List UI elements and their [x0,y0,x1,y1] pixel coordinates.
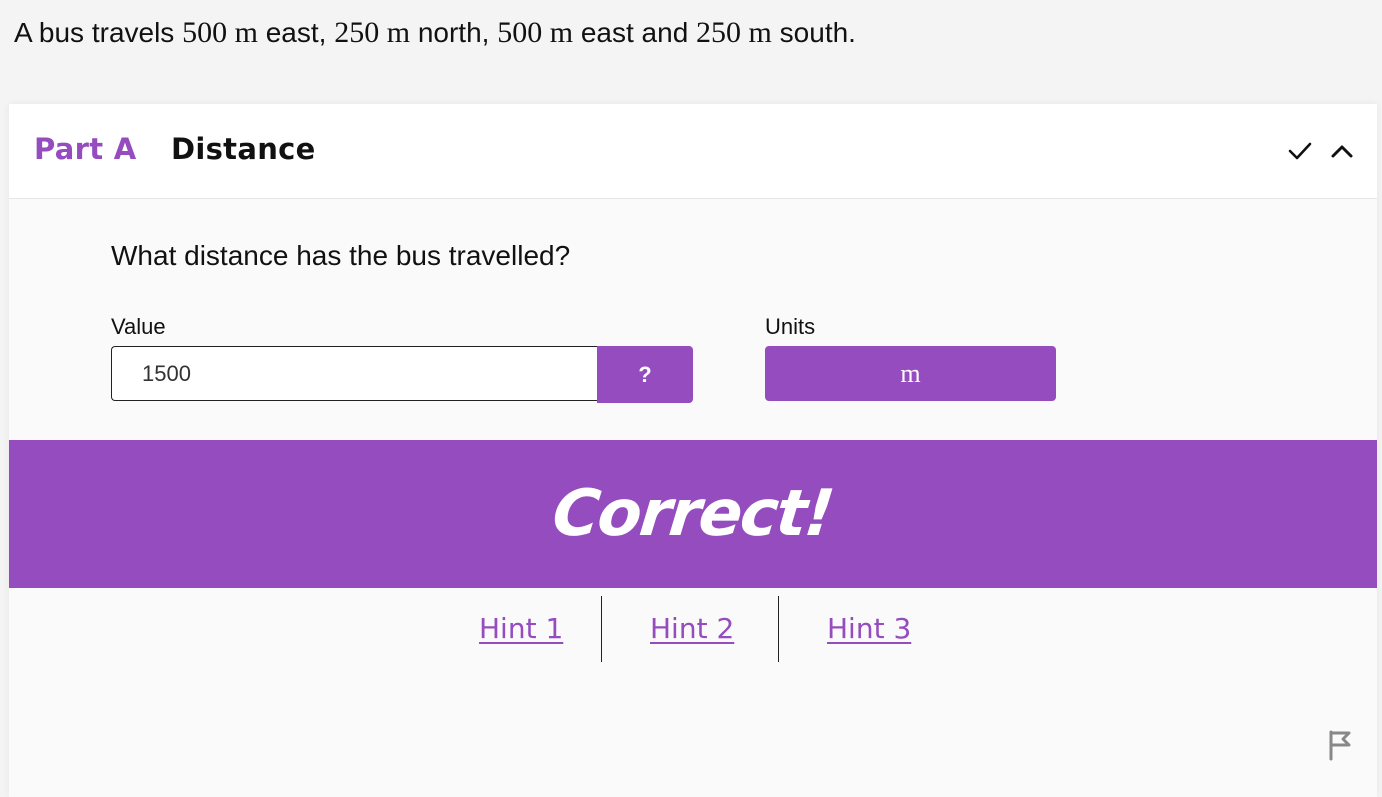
part-header[interactable]: Part A Distance [9,104,1377,199]
part-title: Distance [171,132,316,166]
hint-divider [778,596,779,662]
hint-link-2[interactable]: Hint 2 [650,612,734,645]
page: A bus travels 500 m east, 250 m north, 5… [0,0,1382,797]
math-quantity: 500 m [497,16,574,49]
feedback-message: Correct! [549,477,837,551]
hint-link-3[interactable]: Hint 3 [827,612,911,645]
units-button[interactable]: m [765,346,1056,401]
units-label: Units [765,314,816,339]
question-text: What distance has the bus travelled? [111,240,571,271]
hint-divider [601,596,602,662]
value-label: Value [111,314,166,339]
value-input[interactable] [111,346,597,401]
flag-icon[interactable] [1325,728,1355,762]
problem-statement: A bus travels 500 m east, 250 m north, 5… [14,14,856,52]
part-label: Part A [34,132,137,166]
check-icon [1283,134,1317,168]
intro-text: east, [257,17,335,48]
math-quantity: 250 m [696,16,772,49]
help-button[interactable]: ? [597,346,693,403]
intro-text: A bus travels [14,17,183,48]
question-part-card: Part A Distance What distance has the bu… [9,104,1377,797]
intro-text: east and [573,17,697,48]
feedback-banner: Correct! [9,440,1377,588]
intro-text: south. [771,17,856,48]
math-quantity: 500 m [182,16,258,49]
math-quantity: 250 m [334,16,411,49]
hint-link-1[interactable]: Hint 1 [479,612,563,645]
chevron-up-icon[interactable] [1325,134,1359,168]
hints-bar: Hint 1 Hint 2 Hint 3 [9,596,1377,662]
intro-text: north, [410,17,498,48]
